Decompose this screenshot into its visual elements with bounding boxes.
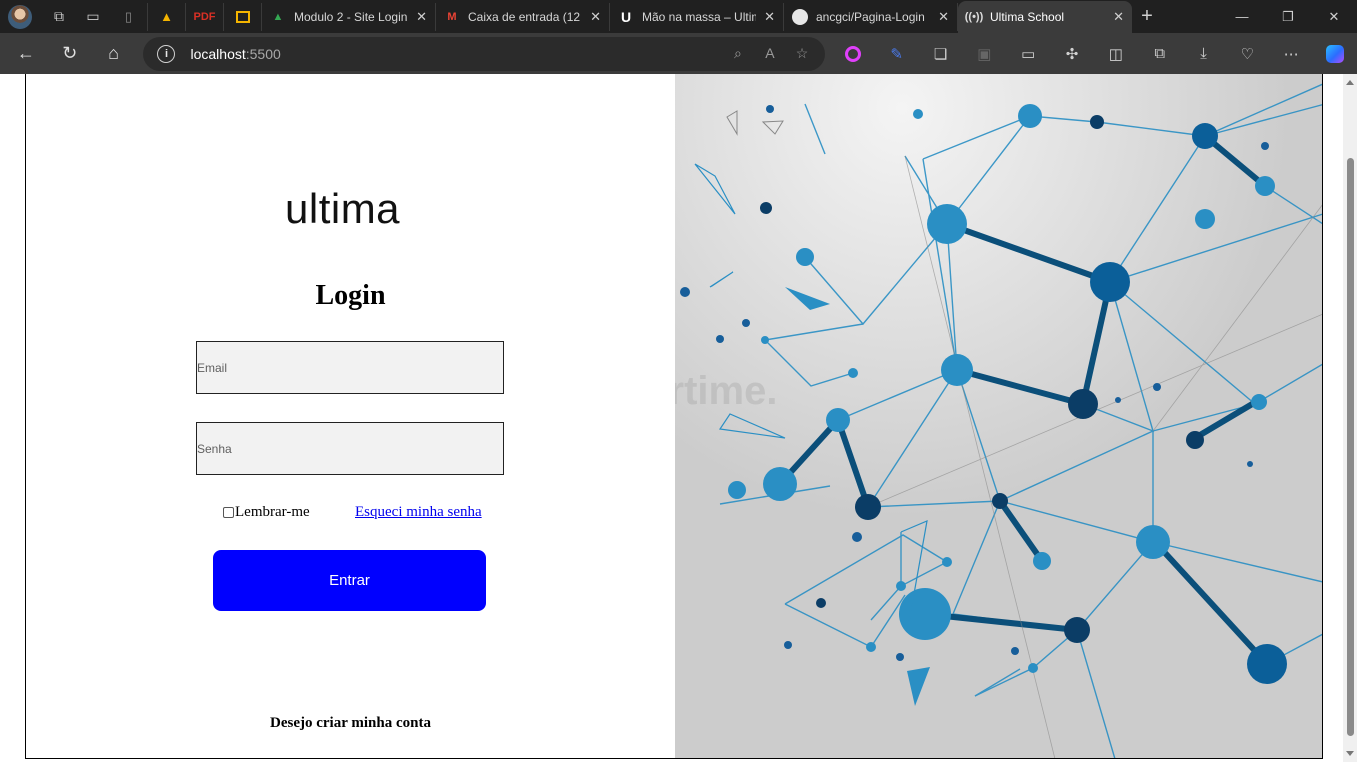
pinned-tab-blank[interactable]: ▯ [110, 2, 148, 31]
watermark-text: rtime. [674, 369, 778, 413]
page-viewport: ultima Login Lembrar-me Esqueci minha se… [0, 74, 1357, 762]
tab-title: Ultima School [990, 10, 1065, 24]
remember-me[interactable]: Lembrar-me [223, 504, 310, 521]
extension-disabled-icon[interactable]: ▣ [962, 45, 1006, 63]
browser-toolbar: ← ↻ ⌂ i localhost:5500 ⌕ A ☆ ✎ ❏ ▣ ▭ ✣ ◫… [0, 33, 1357, 74]
scroll-thumb[interactable] [1347, 158, 1354, 736]
collections-icon[interactable]: ⧉ [1138, 45, 1182, 62]
tab-strip: ⧉ ▭ ▯ ▲ PDF ▲ Modulo 2 - Site Login ✕ M … [0, 0, 1357, 33]
remember-checkbox[interactable] [223, 507, 234, 518]
google-drive-icon: ▲ [272, 10, 284, 23]
remember-label: Lembrar-me [235, 504, 310, 520]
github-icon [792, 8, 808, 25]
favorite-star-icon[interactable]: ☆ [791, 45, 813, 62]
slides-icon [235, 10, 250, 23]
split-screen-icon[interactable]: ◫ [1094, 45, 1138, 63]
tab-title: Caixa de entrada (12 [468, 9, 581, 24]
zoom-icon[interactable]: ⌕ [727, 45, 749, 62]
performance-icon[interactable]: ♡ [1225, 45, 1269, 63]
downloads-icon[interactable]: ⤓ [1182, 45, 1226, 62]
tab-1[interactable]: M Caixa de entrada (12 ✕ [436, 2, 610, 31]
ultima-icon: U [620, 8, 632, 25]
blank-page-icon: ▯ [124, 8, 133, 24]
profile-avatar[interactable] [8, 4, 32, 29]
login-page: ultima Login Lembrar-me Esqueci minha se… [25, 74, 1323, 759]
extension-pen-icon[interactable]: ✎ [875, 45, 919, 63]
site-info-icon[interactable]: i [157, 44, 176, 63]
tab-2[interactable]: U Mão na massa – Ultim ✕ [610, 2, 784, 31]
tab-actions-icon[interactable]: ▭ [76, 3, 110, 31]
tab-title: ancgci/Pagina-Login [816, 9, 925, 24]
back-icon[interactable]: ← [4, 38, 48, 70]
tab-title: Mão na massa – Ultim [642, 9, 757, 24]
close-tab-icon[interactable]: ✕ [764, 9, 775, 25]
page-scrollbar[interactable] [1343, 74, 1357, 762]
password-field[interactable] [196, 422, 504, 475]
tab-0[interactable]: ▲ Modulo 2 - Site Login ✕ [262, 2, 436, 31]
email-field[interactable] [196, 341, 504, 394]
new-tab-icon[interactable]: + [1132, 5, 1162, 28]
live-server-icon: ((•)) [964, 11, 984, 23]
read-aloud-icon[interactable]: A [759, 45, 781, 62]
google-drive-icon: ▲ [160, 9, 173, 24]
url-host: localhost [190, 45, 246, 62]
tab-title: Modulo 2 - Site Login [294, 9, 408, 24]
network-graphic [674, 74, 1322, 758]
extension-screen-icon[interactable]: ▭ [1006, 45, 1050, 63]
pinned-tab-slides[interactable] [224, 2, 262, 31]
login-panel: ultima Login Lembrar-me Esqueci minha se… [26, 74, 675, 758]
gmail-icon: M [447, 10, 457, 23]
close-tab-icon[interactable]: ✕ [416, 9, 427, 25]
tab-4-active[interactable]: ((•)) Ultima School ✕ [958, 1, 1132, 33]
create-account-link[interactable]: Desejo criar minha conta [26, 715, 675, 732]
url-port: :5500 [245, 45, 281, 62]
home-icon[interactable]: ⌂ [92, 38, 136, 70]
copilot-icon[interactable] [1313, 44, 1357, 63]
page-title: Login [315, 280, 386, 311]
forgot-password-link[interactable]: Esqueci minha senha [355, 504, 482, 521]
tab-3[interactable]: ancgci/Pagina-Login ✕ [784, 2, 958, 31]
workspaces-icon[interactable]: ⧉ [42, 3, 76, 31]
more-menu-icon[interactable]: ⋯ [1269, 45, 1313, 63]
pdf-icon: PDF [193, 10, 216, 23]
scroll-down-icon[interactable] [1346, 751, 1354, 756]
refresh-icon[interactable]: ↻ [48, 38, 92, 70]
pinned-tab-pdf[interactable]: PDF [186, 2, 224, 31]
scroll-up-icon[interactable] [1346, 80, 1354, 85]
address-bar[interactable]: i localhost:5500 ⌕ A ☆ [143, 36, 825, 71]
extensions-puzzle-icon[interactable]: ✣ [1050, 45, 1094, 63]
extension-copy-icon[interactable]: ❏ [919, 45, 963, 63]
restore-icon[interactable]: ❐ [1265, 9, 1311, 25]
pinned-tab-drive[interactable]: ▲ [148, 2, 186, 31]
close-tab-icon[interactable]: ✕ [590, 9, 601, 25]
close-tab-icon[interactable]: ✕ [1113, 9, 1124, 25]
close-tab-icon[interactable]: ✕ [938, 9, 949, 25]
close-window-icon[interactable]: ✕ [1311, 9, 1357, 25]
window-controls: — ❐ ✕ [1219, 9, 1357, 25]
ultima-logo: ultima [285, 185, 401, 232]
extension-color-icon[interactable] [831, 45, 875, 62]
network-illustration: rtime. [674, 74, 1322, 758]
login-button[interactable]: Entrar [213, 550, 486, 611]
minimize-icon[interactable]: — [1219, 9, 1265, 25]
